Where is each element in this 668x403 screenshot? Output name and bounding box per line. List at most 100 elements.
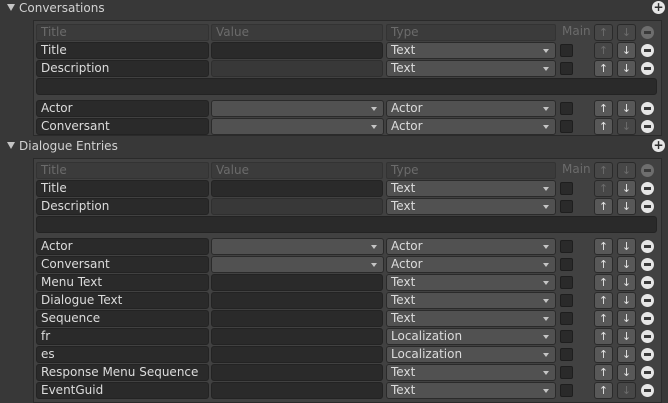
move-up-button[interactable]: ↑: [594, 256, 613, 273]
description-text-area[interactable]: [36, 216, 657, 233]
field-title-input[interactable]: Description: [36, 198, 209, 215]
main-checkbox[interactable]: [560, 348, 573, 361]
field-value-dropdown[interactable]: [211, 238, 384, 255]
field-value-input[interactable]: [211, 180, 383, 197]
field-value-input[interactable]: [211, 60, 383, 77]
main-checkbox[interactable]: [560, 62, 573, 75]
field-title-input[interactable]: fr: [36, 328, 209, 345]
remove-field-icon[interactable]: [641, 366, 654, 379]
move-down-button[interactable]: ↓: [617, 100, 636, 117]
move-up-button[interactable]: ↑: [594, 118, 613, 135]
move-down-button[interactable]: ↓: [617, 328, 636, 345]
field-title-input[interactable]: Response Menu Sequence: [36, 364, 209, 381]
main-checkbox[interactable]: [560, 366, 573, 379]
field-value-input[interactable]: [211, 382, 383, 399]
move-down-button[interactable]: ↓: [617, 346, 636, 363]
field-type-dropdown[interactable]: Actor: [386, 256, 556, 273]
field-type-dropdown[interactable]: Text: [386, 60, 556, 77]
main-checkbox[interactable]: [560, 102, 573, 115]
move-down-button[interactable]: ↓: [617, 42, 636, 59]
field-value-dropdown[interactable]: [211, 118, 384, 135]
main-checkbox[interactable]: [560, 276, 573, 289]
field-type-dropdown[interactable]: Text: [386, 198, 556, 215]
main-checkbox[interactable]: [560, 240, 573, 253]
field-type-dropdown[interactable]: Text: [386, 292, 556, 309]
move-up-button[interactable]: ↑: [594, 310, 613, 327]
move-up-button[interactable]: ↑: [594, 382, 613, 399]
field-type-dropdown[interactable]: Text: [386, 382, 556, 399]
remove-field-icon[interactable]: [641, 312, 654, 325]
field-value-dropdown[interactable]: [211, 100, 384, 117]
move-down-button[interactable]: ↓: [617, 364, 636, 381]
remove-field-icon[interactable]: [641, 102, 654, 115]
field-type-dropdown[interactable]: Localization: [386, 346, 556, 363]
main-checkbox[interactable]: [560, 120, 573, 133]
move-up-button[interactable]: ↑: [594, 198, 613, 215]
main-checkbox[interactable]: [560, 384, 573, 397]
move-down-button[interactable]: ↓: [617, 274, 636, 291]
field-value-input[interactable]: [211, 274, 383, 291]
field-value-dropdown[interactable]: [211, 256, 384, 273]
field-title-input[interactable]: Actor: [36, 100, 209, 117]
remove-field-icon[interactable]: [641, 384, 654, 397]
main-checkbox[interactable]: [560, 330, 573, 343]
remove-field-icon[interactable]: [641, 348, 654, 361]
field-type-dropdown[interactable]: Actor: [386, 118, 556, 135]
field-type-dropdown[interactable]: Text: [386, 364, 556, 381]
field-type-dropdown[interactable]: Text: [386, 180, 556, 197]
main-checkbox[interactable]: [560, 258, 573, 271]
move-up-button[interactable]: ↑: [594, 364, 613, 381]
main-checkbox[interactable]: [560, 182, 573, 195]
remove-field-icon[interactable]: [641, 120, 654, 133]
field-value-input[interactable]: [211, 292, 383, 309]
field-title-input[interactable]: Actor: [36, 238, 209, 255]
field-value-input[interactable]: [211, 346, 383, 363]
move-up-button[interactable]: ↑: [594, 328, 613, 345]
field-type-dropdown[interactable]: Actor: [386, 100, 556, 117]
move-down-button[interactable]: ↓: [617, 292, 636, 309]
move-down-button[interactable]: ↓: [617, 238, 636, 255]
field-value-input[interactable]: [211, 42, 383, 59]
field-type-dropdown[interactable]: Text: [386, 310, 556, 327]
main-checkbox[interactable]: [560, 200, 573, 213]
remove-field-icon[interactable]: [641, 200, 654, 213]
field-title-input[interactable]: Title: [36, 42, 209, 59]
move-up-button[interactable]: ↑: [594, 60, 613, 77]
main-checkbox[interactable]: [560, 312, 573, 325]
move-down-button[interactable]: ↓: [617, 60, 636, 77]
field-title-input[interactable]: Conversant: [36, 118, 209, 135]
main-checkbox[interactable]: [560, 294, 573, 307]
field-title-input[interactable]: Sequence: [36, 310, 209, 327]
remove-field-icon[interactable]: [641, 258, 654, 271]
remove-field-icon[interactable]: [641, 276, 654, 289]
field-title-input[interactable]: Menu Text: [36, 274, 209, 291]
move-down-button[interactable]: ↓: [617, 198, 636, 215]
move-up-button[interactable]: ↑: [594, 100, 613, 117]
remove-field-icon[interactable]: [641, 62, 654, 75]
field-title-input[interactable]: Description: [36, 60, 209, 77]
field-value-input[interactable]: [211, 328, 383, 345]
add-field-button[interactable]: +: [652, 139, 665, 152]
field-title-input[interactable]: EventGuid: [36, 382, 209, 399]
main-checkbox[interactable]: [560, 44, 573, 57]
foldout-triangle-icon[interactable]: [7, 4, 15, 11]
move-up-button[interactable]: ↑: [594, 346, 613, 363]
field-title-input[interactable]: Dialogue Text: [36, 292, 209, 309]
field-value-input[interactable]: [211, 310, 383, 327]
section-header-conversations[interactable]: Conversations +: [0, 0, 668, 17]
section-header-dialogue-entries[interactable]: Dialogue Entries +: [0, 138, 668, 155]
move-down-button[interactable]: ↓: [617, 180, 636, 197]
move-down-button[interactable]: ↓: [617, 256, 636, 273]
field-value-input[interactable]: [211, 364, 383, 381]
field-type-dropdown[interactable]: Actor: [386, 238, 556, 255]
field-title-input[interactable]: Title: [36, 180, 209, 197]
field-type-dropdown[interactable]: Text: [386, 274, 556, 291]
remove-field-icon[interactable]: [641, 44, 654, 57]
move-up-button[interactable]: ↑: [594, 238, 613, 255]
move-up-button[interactable]: ↑: [594, 274, 613, 291]
field-type-dropdown[interactable]: Text: [386, 42, 556, 59]
remove-field-icon[interactable]: [641, 182, 654, 195]
field-type-dropdown[interactable]: Localization: [386, 328, 556, 345]
remove-field-icon[interactable]: [641, 240, 654, 253]
description-text-area[interactable]: [36, 78, 657, 95]
